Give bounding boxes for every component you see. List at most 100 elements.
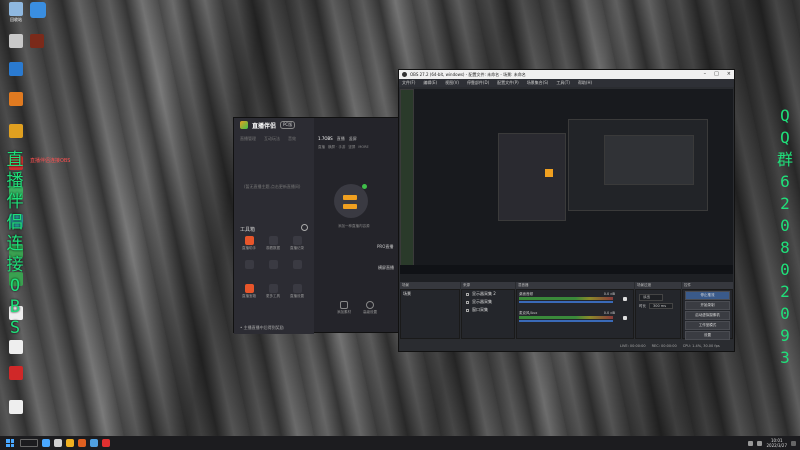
obs-control-button[interactable]: 开始录制 (685, 301, 730, 310)
shortcut-icon (9, 92, 23, 106)
toolbox-item[interactable]: 直播设置 (286, 284, 308, 299)
duration-label: 时长 (639, 303, 646, 308)
obs-control-button[interactable]: 启动虚拟摄像机 (685, 311, 730, 320)
volume-icon[interactable] (757, 440, 763, 446)
desktop-shortcut[interactable] (3, 340, 29, 355)
close-icon[interactable]: × (727, 71, 731, 77)
window-controls: – □ × (704, 71, 731, 77)
watermark-char: S (9, 318, 21, 338)
desktop-shortcut[interactable] (3, 34, 29, 49)
obs-menu-item[interactable]: 编辑(E) (423, 80, 437, 86)
desktop-shortcut[interactable] (3, 400, 29, 415)
empty-hint[interactable]: (暂无直播主题,点击更新直播间) (244, 184, 300, 190)
obs-menu-item[interactable]: 工具(T) (556, 80, 570, 86)
watermark-char: Q (780, 128, 790, 147)
transition-duration-field[interactable]: 时长 300 ms (636, 302, 680, 310)
taskbar-app-icon[interactable] (78, 439, 86, 447)
taskbar-search[interactable] (20, 439, 38, 447)
watermark-char: 连 (6, 234, 24, 254)
network-icon[interactable] (748, 440, 754, 446)
toolbox-item[interactable]: 直播助手 (238, 236, 260, 251)
transitions-dock: 淡出 时长 300 ms (635, 289, 681, 339)
notification-icon[interactable] (791, 440, 796, 446)
tab-interaction[interactable]: 互动玩法 (264, 136, 280, 142)
watermark-char: 6 (780, 172, 790, 191)
app-badge[interactable]: PC版 (280, 121, 296, 129)
transition-type-value: 淡出 (639, 294, 663, 301)
controls-dock-title: 控件 (682, 282, 733, 289)
desktop-shortcut[interactable] (3, 92, 29, 107)
toolbox-item[interactable]: 更多工具 (262, 284, 284, 299)
toolbox-settings-icon[interactable] (301, 224, 308, 231)
clock[interactable]: 10:01 2022/3/27 (766, 438, 787, 448)
minimize-icon[interactable]: – (704, 71, 707, 77)
desktop-shortcut[interactable] (3, 366, 29, 381)
sub-tab[interactable]: 横屏 · 手游 (328, 145, 345, 150)
speaker-icon[interactable] (623, 297, 627, 301)
speaker-icon[interactable] (623, 316, 627, 320)
main-tab[interactable]: 竖屏 (349, 136, 357, 142)
scene-item[interactable]: 场景 (401, 290, 459, 298)
desktop-app-icon[interactable] (30, 2, 46, 18)
obs-menu-item[interactable]: 文件(F) (402, 80, 415, 86)
taskbar-app-icon[interactable] (42, 439, 50, 447)
taskbar-app-icon[interactable] (66, 439, 74, 447)
desktop-shortcut[interactable] (3, 62, 29, 77)
windows-logo-icon (6, 443, 10, 447)
add-source-caption[interactable]: 添加一种直播内容源 (338, 224, 370, 229)
obs-menu-item[interactable]: 帮助(H) (578, 80, 592, 86)
add-material-button[interactable]: 添加素材 (334, 301, 354, 315)
desktop-app-icon[interactable] (30, 34, 44, 48)
windows-logo-icon (10, 443, 14, 447)
sources-dock-title: 来源 (461, 282, 515, 289)
add-source-illustration[interactable] (334, 184, 368, 218)
toolbox-item[interactable]: 直播记录 (286, 236, 308, 251)
windows-logo-icon (10, 439, 14, 443)
source-item[interactable]: 窗口采集 (462, 306, 514, 314)
shortcut-icon (9, 62, 23, 76)
toolbox-item[interactable]: 观看数据 (262, 236, 284, 251)
volume-slider[interactable] (519, 301, 613, 303)
obs-menu-item[interactable]: 停靠部件(D) (467, 80, 489, 86)
preview-desktop-strip (400, 89, 414, 274)
obs-preview[interactable] (400, 89, 733, 274)
sub-tab[interactable]: 直播 (318, 145, 325, 150)
transitions-dock-title: 场景过渡 (635, 282, 681, 289)
obs-control-button[interactable]: 工作室模式 (685, 321, 730, 330)
maximize-icon[interactable]: □ (714, 71, 719, 77)
desktop-shortcut[interactable]: 回收站 (3, 2, 29, 23)
left-watermark-text: 直播伴侣连接OBS (4, 150, 26, 339)
shortcut-icon (9, 34, 23, 48)
shortcut-icon (9, 2, 23, 16)
watermark-char: 0 (780, 216, 790, 235)
main-tab[interactable]: 1.7OBS (318, 136, 333, 142)
obs-menu-item[interactable]: 场景集合(S) (527, 80, 549, 86)
sub-tab[interactable]: 竖屏 (348, 145, 355, 150)
toolbox-item[interactable]: 直播宝箱 (238, 284, 260, 299)
tab-sound[interactable]: 音效 (288, 136, 296, 142)
taskbar-app-icon[interactable] (54, 439, 62, 447)
sources-dock: 显示器采集 2 显示器采集 窗口采集 (461, 289, 515, 339)
pro-live-label[interactable]: PRO直播 (377, 244, 393, 250)
tab-live-manage[interactable]: 直播管理 (240, 136, 256, 142)
start-button[interactable] (6, 439, 14, 447)
main-tab[interactable]: 直播 (337, 136, 345, 142)
source-item[interactable]: 显示器采集 2 (462, 290, 514, 298)
toolbox-item[interactable] (238, 260, 260, 270)
desktop-shortcut[interactable] (3, 124, 29, 139)
obs-control-button[interactable]: 停止推流 (685, 291, 730, 300)
landscape-live-label[interactable]: 横屏直播 (378, 265, 394, 271)
sub-tab[interactable]: MORE (358, 145, 368, 150)
toolbox-item[interactable] (286, 260, 308, 270)
obs-control-button[interactable]: 设置 (685, 331, 730, 340)
taskbar-app-icon[interactable] (102, 439, 110, 447)
source-item[interactable]: 显示器采集 (462, 298, 514, 306)
transition-type-field[interactable]: 淡出 (636, 293, 680, 302)
volume-slider[interactable] (519, 320, 613, 322)
obs-preview-status (400, 274, 733, 282)
toolbox-item[interactable] (262, 260, 284, 270)
obs-menu-item[interactable]: 配置文件(P) (497, 80, 519, 86)
obs-menu-item[interactable]: 视图(V) (445, 80, 459, 86)
advanced-settings-button[interactable]: 高级设置 (360, 301, 380, 315)
taskbar-app-icon[interactable] (90, 439, 98, 447)
